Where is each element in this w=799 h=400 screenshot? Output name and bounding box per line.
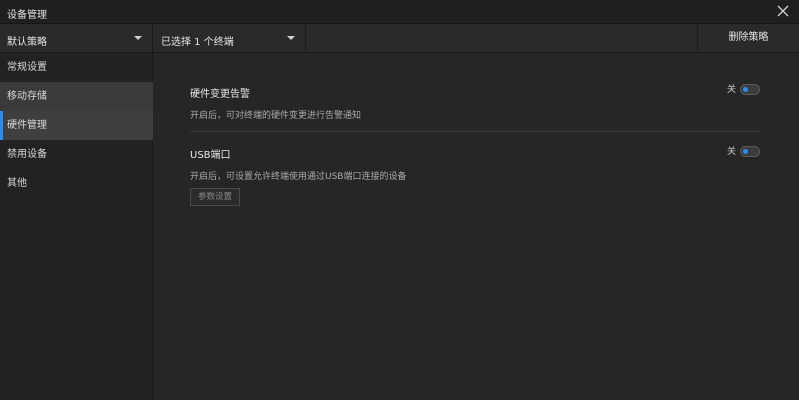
terminal-dropdown-value: 已选择 1 个终端 [161,37,234,48]
usb-port-title: USB端口 [190,150,231,161]
window-title: 设备管理 [7,10,47,21]
title-bar: 设备管理 [0,0,799,24]
sidebar-item-removable-storage[interactable]: 移动存储 [0,82,153,111]
policy-dropdown[interactable]: 默认策略 [0,24,153,52]
sidebar-item-disabled-devices[interactable]: 禁用设备 [0,140,153,169]
policy-dropdown-value: 默认策略 [7,37,47,48]
caret-down-icon [134,36,142,40]
hardware-change-alert-toggle[interactable] [740,84,760,95]
parameter-settings-button[interactable]: 参数设置 [190,188,240,206]
delete-policy-button[interactable]: 删除策略 [697,24,799,52]
caret-down-icon [287,36,295,40]
toggle-state-label: 关 [727,85,737,95]
toolbar: 默认策略 已选择 1 个终端 删除策略 [0,24,799,53]
hardware-change-alert-description: 开启后，可对终端的硬件变更进行告警通知 [190,111,362,121]
sidebar-item-general[interactable]: 常规设置 [0,53,153,82]
section-divider [190,131,761,132]
sidebar-item-hardware[interactable]: 硬件管理 [0,111,153,140]
terminal-dropdown[interactable]: 已选择 1 个终端 [154,24,306,52]
toggle-state-label: 关 [727,147,737,157]
usb-port-toggle[interactable] [740,146,760,157]
toggle-knob [743,87,748,92]
sidebar: 常规设置 移动存储 硬件管理 禁用设备 其他 [0,53,153,400]
usb-port-description: 开启后，可设置允许终端使用通过USB端口连接的设备 [190,172,407,182]
sidebar-item-other[interactable]: 其他 [0,169,153,198]
close-icon[interactable] [777,5,789,17]
main-content: 硬件变更告警 开启后，可对终端的硬件变更进行告警通知 关 USB端口 开启后，可… [154,53,799,400]
hardware-change-alert-title: 硬件变更告警 [190,89,250,100]
toggle-knob [743,149,748,154]
